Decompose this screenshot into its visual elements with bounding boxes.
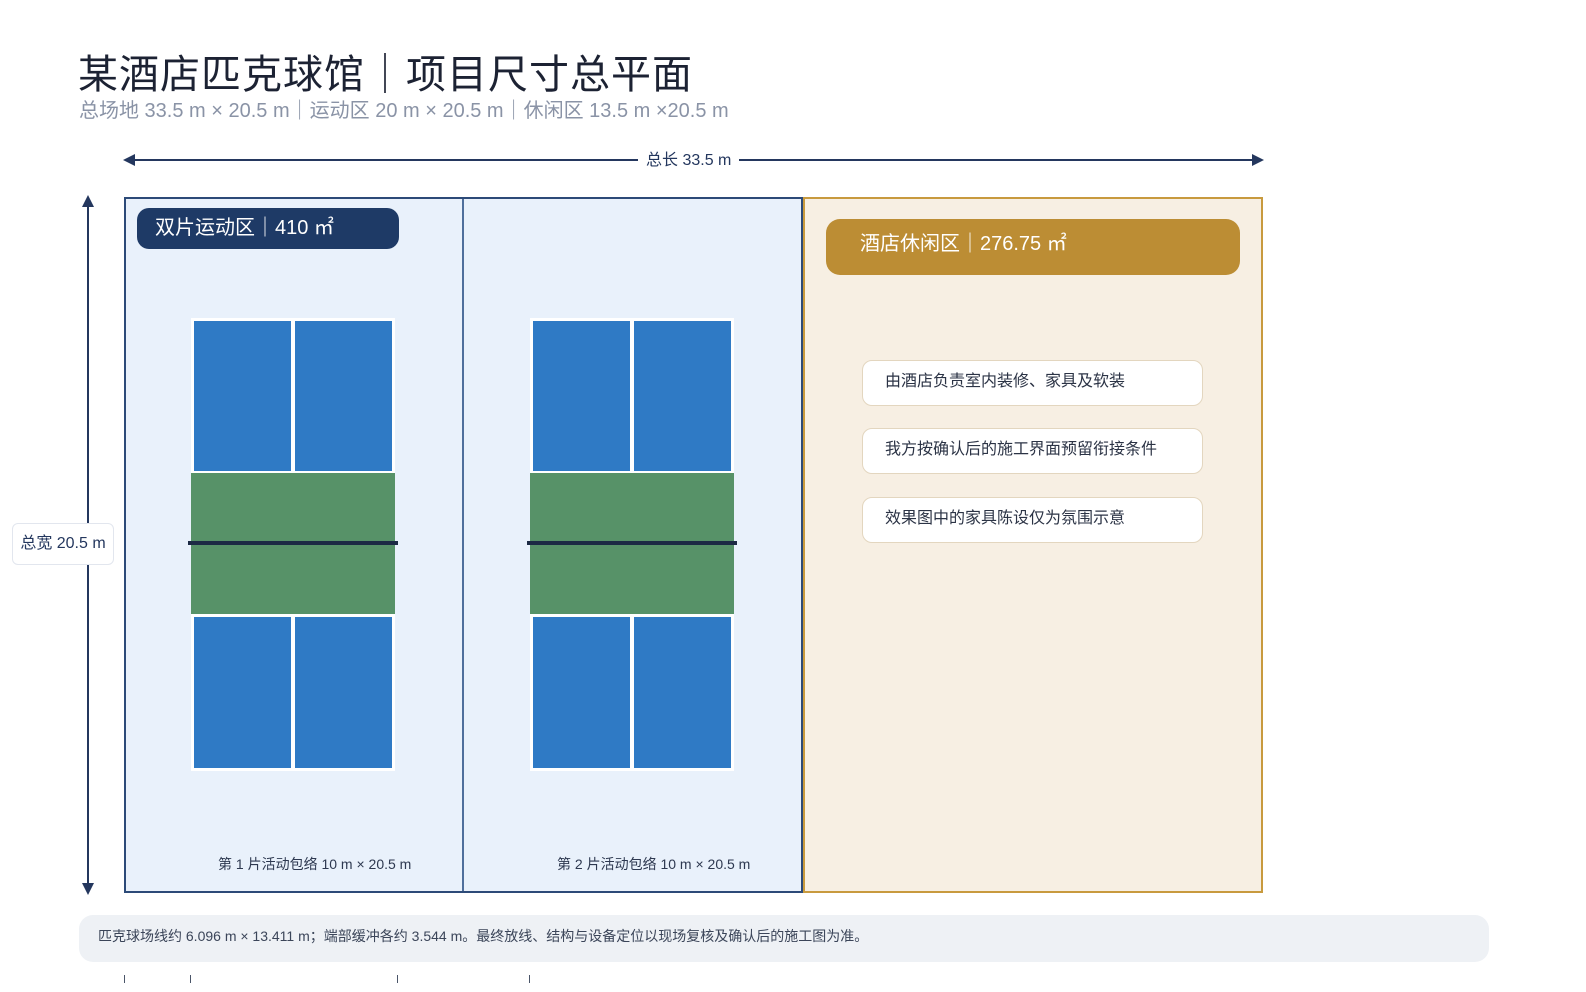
leisure-note-2: 我方按确认后的施工界面预留衔接条件 [862,428,1203,474]
court-divider-line [462,199,464,891]
sport-zone-badge: 双片运动区｜410 ㎡ [137,208,399,249]
leisure-note-3: 效果图中的家具陈设仅为氛围示意 [862,497,1203,543]
net-line [188,541,398,545]
court-2-label: 第 2 片活动包络 10 m × 20.5 m [557,856,751,872]
leisure-zone [803,197,1263,893]
width-dimension-label: 总宽 20.5 m [12,523,114,565]
service-box [634,617,731,768]
scale-tick [190,975,191,983]
footer-note: 匹克球场线约 6.096 m × 13.411 m；端部缓冲各约 3.544 m… [79,915,1489,962]
page-subtitle: 总场地 33.5 m × 20.5 m｜运动区 20 m × 20.5 m｜休闲… [79,100,729,122]
leisure-note-1: 由酒店负责室内装修、家具及软装 [862,360,1203,406]
pickleball-court-1 [188,318,398,771]
net-line [527,541,737,545]
length-dimension-label: 总长 33.5 m [638,146,740,170]
pickleball-court-2 [527,318,737,771]
arrow-left-icon [123,154,135,166]
arrow-right-icon [1252,154,1264,166]
service-box [194,321,291,471]
service-box [634,321,731,471]
service-box [533,617,630,768]
page-title: 某酒店匹克球馆｜项目尺寸总平面 [78,53,693,97]
service-box [295,321,392,471]
scale-tick [124,975,125,983]
service-box [295,617,392,768]
leisure-zone-badge: 酒店休闲区｜276.75 ㎡ [826,219,1240,275]
scale-tick [397,975,398,983]
service-box [194,617,291,768]
service-box [533,321,630,471]
arrow-up-icon [82,195,94,207]
arrow-down-icon [82,883,94,895]
court-1-label: 第 1 片活动包络 10 m × 20.5 m [218,856,412,872]
scale-tick [529,975,530,983]
